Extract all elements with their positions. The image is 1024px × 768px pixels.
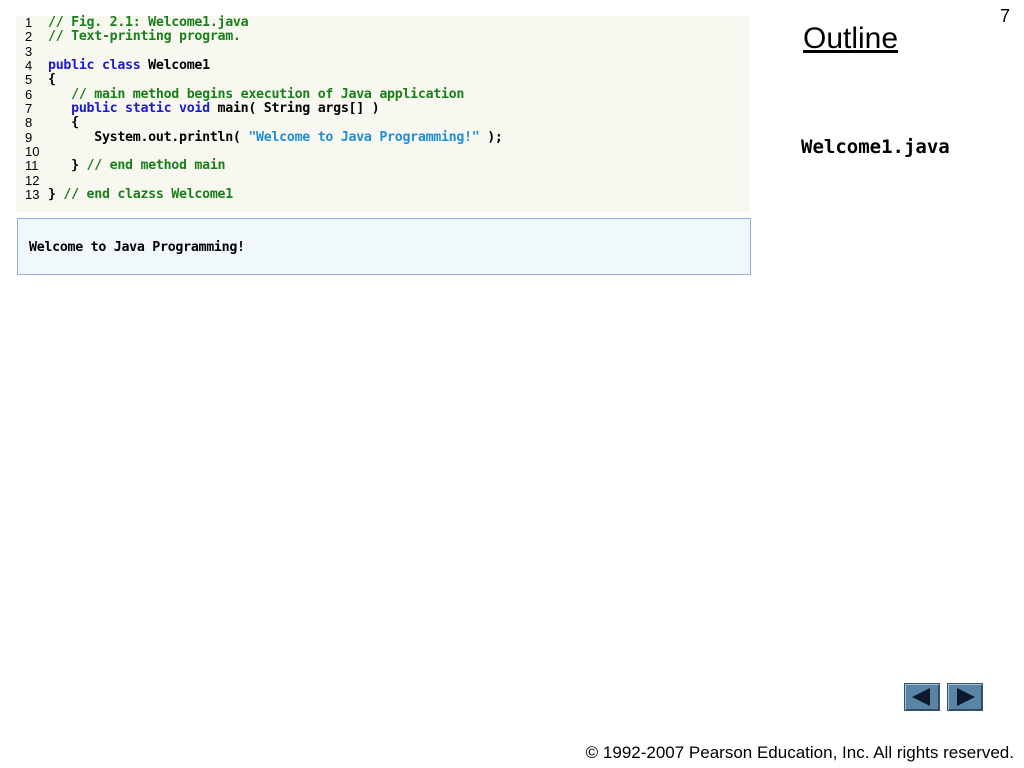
outline-title[interactable]: Outline (803, 22, 898, 56)
next-slide-button[interactable] (947, 683, 983, 711)
program-output-text: Welcome to Java Programming! (29, 240, 245, 255)
code-text: // Text-printing program. (48, 30, 241, 44)
code-token: public class (48, 58, 149, 73)
code-line: 10 (16, 145, 750, 159)
line-number: 4 (25, 58, 33, 73)
line-number: 13 (25, 187, 40, 202)
code-token: // main method begins execution of Java … (48, 87, 465, 102)
line-number: 12 (25, 173, 40, 188)
code-line: 13} // end clazss Welcome1 (16, 188, 750, 202)
program-output-panel: Welcome to Java Programming! (17, 218, 751, 275)
code-token: } (48, 158, 87, 173)
code-line: 1 // Fig. 2.1: Welcome1.java (16, 16, 750, 30)
code-token: } (48, 187, 64, 202)
line-number: 5 (25, 72, 33, 87)
code-token: "Welcome to Java Programming!" (248, 130, 480, 145)
code-line: 9 System.out.println( "Welcome to Java P… (16, 131, 750, 145)
code-text: { (48, 116, 79, 130)
triangle-right-icon (957, 688, 975, 706)
code-token: // end method main (86, 158, 226, 173)
code-text: public static void main( String args[] ) (48, 101, 380, 116)
code-line: 2 // Text-printing program. (16, 30, 750, 44)
code-line: 5{ (16, 73, 750, 87)
line-number: 3 (25, 44, 33, 59)
code-text: public class Welcome1 (48, 59, 210, 73)
code-line: 11 } // end method main (16, 159, 750, 173)
code-token: System.out.println( (48, 130, 249, 145)
slide-number: 7 (999, 6, 1010, 26)
line-number: 2 (25, 29, 33, 44)
line-number: 6 (25, 87, 33, 102)
line-number: 7 (25, 101, 33, 116)
file-label: Welcome1.java (801, 136, 950, 158)
code-token: ); (479, 130, 503, 145)
line-number: 8 (25, 115, 33, 130)
code-text: // main method begins execution of Java … (48, 88, 464, 102)
line-number: 10 (25, 144, 40, 159)
code-line: 3 (16, 45, 750, 59)
previous-slide-button[interactable] (904, 683, 940, 711)
triangle-left-icon (912, 688, 930, 706)
code-token: // Fig. 2.1: Welcome1.java (48, 15, 249, 30)
code-text: } // end clazss Welcome1 (48, 188, 233, 202)
copyright-footer: © 1992-2007 Pearson Education, Inc. All … (585, 743, 1014, 762)
code-token: { (48, 72, 56, 87)
code-line: 12 (16, 174, 750, 188)
line-number: 1 (25, 15, 33, 30)
code-token: main( String args[] ) (217, 101, 380, 116)
code-text: } // end method main (48, 159, 225, 173)
line-number: 9 (25, 130, 33, 145)
code-text: { (48, 73, 56, 87)
code-line: 4 public class Welcome1 (16, 59, 750, 73)
code-token: { (48, 115, 79, 130)
code-token: Welcome1 (148, 58, 210, 73)
code-line: 6 // main method begins execution of Jav… (16, 88, 750, 102)
line-number: 11 (25, 158, 39, 173)
code-token: // end clazss Welcome1 (63, 187, 233, 202)
code-line: 8 { (16, 116, 750, 130)
code-text: // Fig. 2.1: Welcome1.java (48, 15, 249, 30)
code-token: public static void (48, 101, 218, 116)
code-text: System.out.println( "Welcome to Java Pro… (48, 131, 503, 145)
code-token: // Text-printing program. (48, 29, 241, 44)
code-listing-panel: 1 // Fig. 2.1: Welcome1.java 2 // Text-prin… (16, 16, 750, 212)
code-line: 7 public static void main( String args[]… (16, 102, 750, 116)
